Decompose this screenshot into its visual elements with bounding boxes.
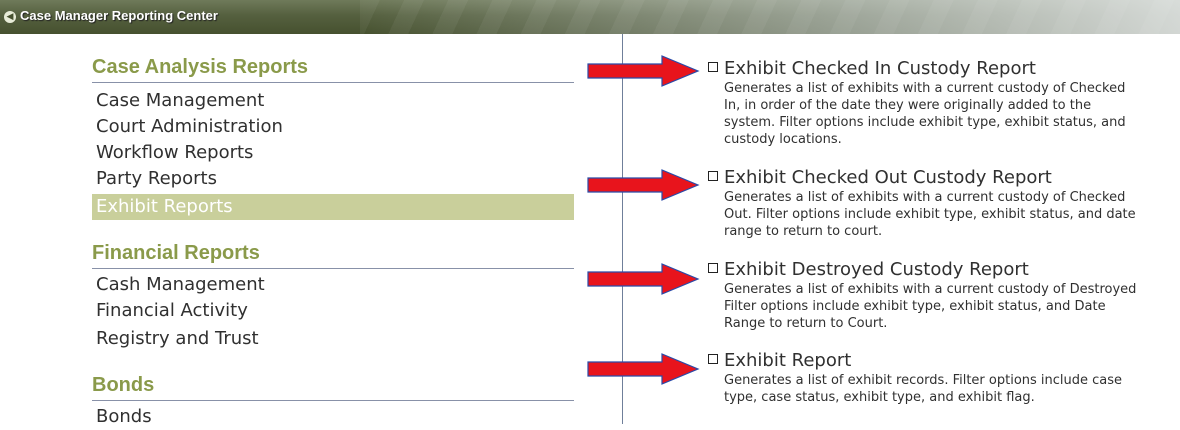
title-bar: ◀ Case Manager Reporting Center	[0, 0, 1180, 34]
report-description: Generates a list of exhibit records. Fil…	[724, 372, 1180, 406]
red-arrow-icon	[587, 55, 700, 87]
description-line: In, in order of the date they were origi…	[724, 98, 1092, 113]
description-line: Generates a list of exhibits with a curr…	[724, 282, 1137, 297]
red-arrow-icon	[587, 353, 700, 385]
checkbox-bullet-icon	[708, 263, 718, 273]
nav-item-party-reports[interactable]: Party Reports	[92, 166, 574, 192]
description-line: Filter options include exhibit type, exh…	[724, 299, 1106, 314]
section-heading-financial: Financial Reports	[92, 242, 574, 269]
checkbox-bullet-icon	[708, 354, 718, 364]
description-line: range to return to court.	[724, 224, 883, 239]
report-link-checked-in[interactable]: Exhibit Checked In Custody Report	[708, 58, 1180, 80]
window-title: Case Manager Reporting Center	[20, 8, 218, 23]
nav-item-cash-management[interactable]: Cash Management	[92, 272, 574, 298]
report-title: Exhibit Checked Out Custody Report	[724, 167, 1052, 188]
report-item: Exhibit Destroyed Custody Report Generat…	[708, 259, 1180, 332]
report-description: Generates a list of exhibits with a curr…	[724, 189, 1180, 240]
nav-item-court-administration[interactable]: Court Administration	[92, 114, 574, 140]
report-item: Exhibit Report Generates a list of exhib…	[708, 350, 1180, 406]
description-line: Generates a list of exhibits with a curr…	[724, 190, 1126, 205]
nav-item-registry-and-trust[interactable]: Registry and Trust	[92, 326, 574, 352]
collapse-arrow-icon[interactable]: ◀	[4, 11, 16, 23]
report-description: Generates a list of exhibits with a curr…	[724, 80, 1180, 148]
description-line: Generates a list of exhibit records. Fil…	[724, 373, 1123, 388]
checkbox-bullet-icon	[708, 62, 718, 72]
description-line: system. Filter options include exhibit t…	[724, 115, 1126, 130]
report-title: Exhibit Checked In Custody Report	[724, 58, 1036, 79]
report-link-destroyed[interactable]: Exhibit Destroyed Custody Report	[708, 259, 1180, 281]
report-title: Exhibit Destroyed Custody Report	[724, 259, 1029, 280]
nav-item-case-management[interactable]: Case Management	[92, 88, 574, 114]
description-line: custody locations.	[724, 132, 842, 147]
report-link-exhibit-report[interactable]: Exhibit Report	[708, 350, 1180, 372]
description-line: Out. Filter options include exhibit type…	[724, 207, 1136, 222]
report-link-checked-out[interactable]: Exhibit Checked Out Custody Report	[708, 167, 1180, 189]
nav-item-workflow-reports[interactable]: Workflow Reports	[92, 140, 574, 166]
report-description: Generates a list of exhibits with a curr…	[724, 281, 1180, 332]
description-line: Generates a list of exhibits with a curr…	[724, 81, 1126, 96]
title-bar-sheen	[360, 0, 1180, 34]
red-arrow-icon	[587, 263, 700, 295]
description-line: type, case status, exhibit type, and exh…	[724, 390, 1035, 405]
report-title: Exhibit Report	[724, 350, 852, 371]
nav-item-exhibit-reports[interactable]: Exhibit Reports	[92, 194, 574, 220]
description-line: Range to return to Court.	[724, 316, 888, 331]
report-item: Exhibit Checked Out Custody Report Gener…	[708, 167, 1180, 240]
checkbox-bullet-icon	[708, 171, 718, 181]
nav-item-financial-activity[interactable]: Financial Activity	[92, 298, 574, 324]
nav-item-bonds[interactable]: Bonds	[92, 404, 574, 430]
section-heading-case-analysis: Case Analysis Reports	[92, 56, 574, 83]
report-item: Exhibit Checked In Custody Report Genera…	[708, 58, 1180, 148]
red-arrow-icon	[587, 169, 700, 201]
section-heading-bonds: Bonds	[92, 374, 574, 401]
